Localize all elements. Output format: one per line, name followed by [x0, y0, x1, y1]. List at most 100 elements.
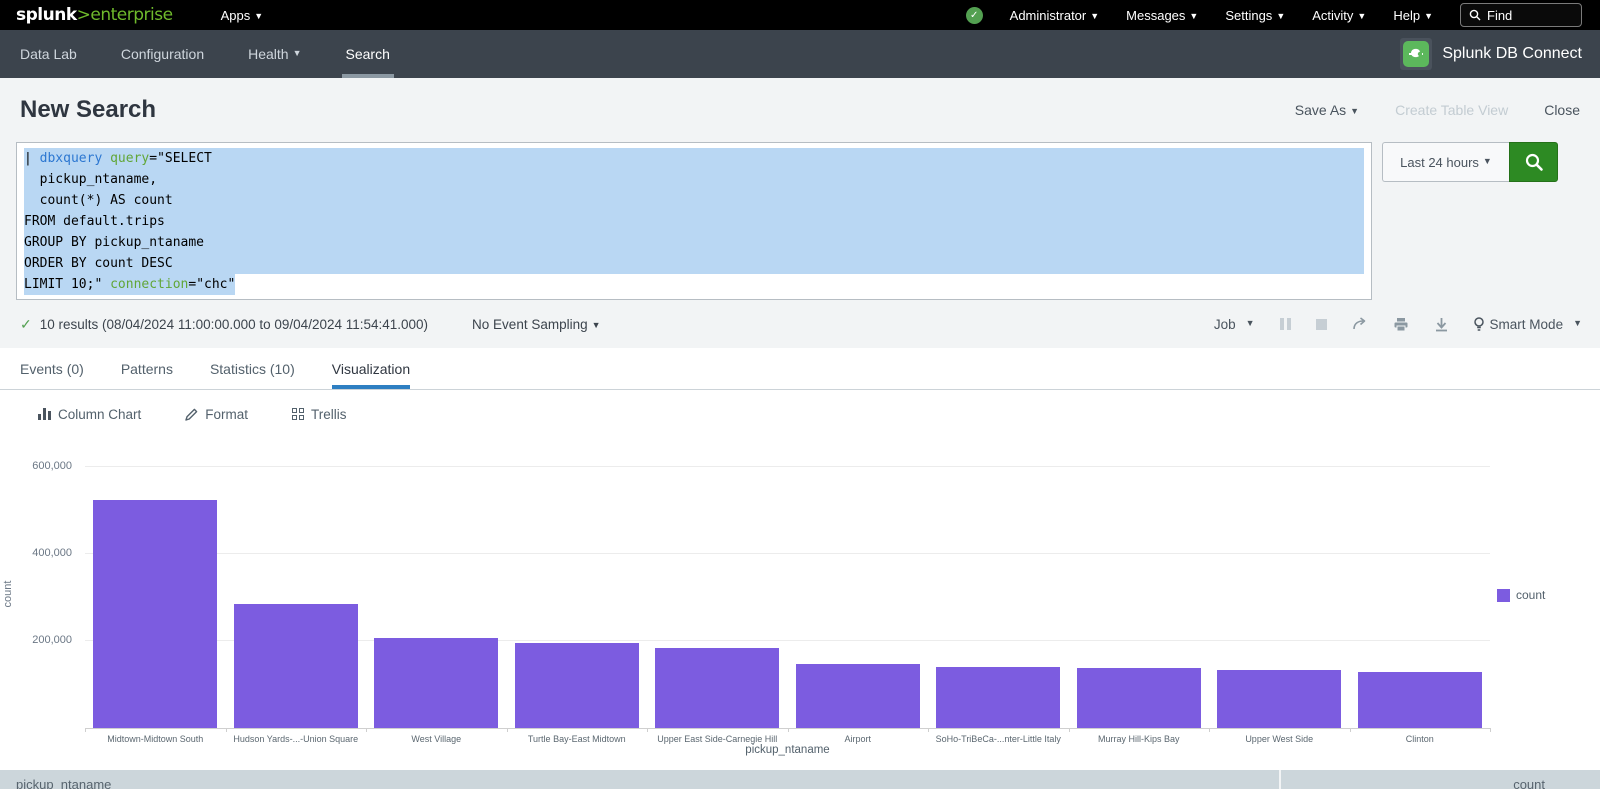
chevron-down-icon: ▼: [592, 320, 601, 330]
search-icon: [1469, 9, 1481, 21]
find-search-box[interactable]: [1460, 3, 1582, 27]
x-tick-mark: [1350, 728, 1351, 732]
x-tick-label: Murray Hill-Kips Bay: [1069, 734, 1210, 744]
apps-menu[interactable]: Apps▼: [221, 8, 264, 23]
top-bar: splunk>enterprise Apps▼ ✓ Administrator▼…: [0, 0, 1600, 30]
nav-item-health[interactable]: Health▼: [248, 30, 301, 78]
query-line-1: | dbxquery query="SELECT: [24, 148, 1364, 169]
y-tick-200,000: 200,000: [0, 634, 72, 646]
column-header-pickup-ntaname[interactable]: pickup_ntaname: [0, 770, 1279, 789]
settings-menu[interactable]: Settings▼: [1225, 8, 1285, 23]
tab-statistics[interactable]: Statistics (10): [210, 348, 295, 389]
chevron-down-icon: ▼: [1189, 11, 1198, 21]
x-tick-mark: [1209, 728, 1210, 732]
nav-item-search[interactable]: Search: [346, 30, 390, 78]
search-query-input[interactable]: | dbxquery query="SELECT pickup_ntaname,…: [16, 142, 1372, 300]
chevron-down-icon: ▼: [1246, 318, 1255, 328]
column-header-count[interactable]: count: [1281, 770, 1600, 789]
legend-item-count[interactable]: count: [1497, 588, 1545, 602]
bar-Turtle Bay-East Midtown[interactable]: [515, 643, 639, 728]
bar-Upper West Side[interactable]: [1217, 670, 1341, 728]
bar-SoHo-TriBeCa-...nter-Little Italy[interactable]: [936, 667, 1060, 728]
close-button[interactable]: Close: [1544, 102, 1580, 118]
print-button[interactable]: [1393, 317, 1409, 332]
format-button[interactable]: Format: [185, 407, 248, 422]
y-tick-600,000: 600,000: [0, 460, 72, 472]
query-line-4: FROM default.trips: [24, 211, 1364, 232]
x-tick-label: Airport: [788, 734, 929, 744]
activity-menu[interactable]: Activity▼: [1312, 8, 1366, 23]
trellis-button[interactable]: Trellis: [292, 407, 347, 422]
x-tick-mark: [647, 728, 648, 732]
splunk-logo[interactable]: splunk>enterprise: [16, 5, 173, 25]
bar-West Village[interactable]: [374, 638, 498, 728]
x-tick-label: SoHo-TriBeCa-...nter-Little Italy: [928, 734, 1069, 744]
trellis-grid-icon: [292, 408, 304, 420]
health-status-icon[interactable]: ✓: [966, 7, 983, 24]
x-tick-mark: [366, 728, 367, 732]
chevron-down-icon: ▼: [1573, 318, 1582, 328]
x-tick-mark: [788, 728, 789, 732]
chevron-down-icon: ▼: [1090, 11, 1099, 21]
bar-Murray Hill-Kips Bay[interactable]: [1077, 668, 1201, 728]
chevron-down-icon: ▼: [254, 11, 263, 21]
lightbulb-icon: [1474, 317, 1484, 332]
export-button[interactable]: [1434, 317, 1449, 332]
search-icon: [1524, 152, 1544, 172]
db-connect-app-icon[interactable]: [1400, 38, 1432, 70]
column-chart: count 200,000400,000600,000 Midtown-Midt…: [0, 438, 1600, 770]
administrator-menu[interactable]: Administrator▼: [1010, 8, 1100, 23]
bar-Midtown-Midtown South[interactable]: [93, 500, 217, 728]
plug-icon: [1403, 41, 1429, 67]
nav-item-data-lab[interactable]: Data Lab: [20, 30, 77, 78]
help-menu[interactable]: Help▼: [1393, 8, 1433, 23]
column-chart-icon: [38, 408, 51, 420]
pause-icon: [1280, 318, 1291, 330]
print-icon: [1393, 317, 1409, 332]
logo-splunk-text: splunk: [16, 5, 77, 25]
messages-menu[interactable]: Messages▼: [1126, 8, 1198, 23]
bar-Clinton[interactable]: [1358, 672, 1482, 728]
results-summary: 10 results (08/04/2024 11:00:00.000 to 0…: [40, 317, 428, 332]
x-tick-mark: [928, 728, 929, 732]
chevron-down-icon: ▼: [1276, 11, 1285, 21]
x-tick-mark: [1490, 728, 1491, 732]
chevron-down-icon: ▼: [1350, 106, 1359, 116]
run-search-button[interactable]: [1509, 142, 1558, 182]
statistics-table-header: pickup_ntaname count: [0, 770, 1600, 789]
tab-patterns[interactable]: Patterns: [121, 348, 173, 389]
event-sampling-dropdown[interactable]: No Event Sampling▼: [472, 317, 600, 332]
x-tick-mark: [226, 728, 227, 732]
chevron-down-icon: ▼: [1424, 11, 1433, 21]
query-line-5: GROUP BY pickup_ntaname: [24, 232, 1364, 253]
share-job-button[interactable]: [1352, 317, 1368, 331]
query-line-2: pickup_ntaname,: [24, 169, 1364, 190]
bar-Hudson Yards-...-Union Square[interactable]: [234, 604, 358, 728]
legend-swatch: [1497, 589, 1510, 602]
time-range-picker[interactable]: Last 24 hours▼: [1382, 142, 1509, 182]
x-tick-mark: [85, 728, 86, 732]
query-line-3: count(*) AS count: [24, 190, 1364, 211]
bars: [85, 455, 1490, 728]
pause-job-button[interactable]: [1280, 318, 1291, 330]
x-tick-label: West Village: [366, 734, 507, 744]
x-tick-label: Turtle Bay-East Midtown: [507, 734, 648, 744]
x-tick-mark: [507, 728, 508, 732]
stop-job-button[interactable]: [1316, 319, 1327, 330]
save-as-button[interactable]: Save As▼: [1295, 102, 1359, 118]
nav-item-configuration[interactable]: Configuration: [121, 30, 204, 78]
query-line-7: LIMIT 10;" connection="chc": [24, 274, 1364, 295]
tab-visualization[interactable]: Visualization: [332, 348, 410, 389]
chart-type-picker[interactable]: Column Chart: [38, 407, 141, 422]
bar-Upper East Side-Carnegie Hill[interactable]: [655, 648, 779, 728]
visualization-toolbar: Column Chart Format Trellis: [0, 390, 1600, 438]
legend-label: count: [1516, 588, 1545, 602]
job-menu[interactable]: Job▼: [1214, 317, 1255, 332]
query-line-6: ORDER BY count DESC: [24, 253, 1364, 274]
search-mode-selector[interactable]: Smart Mode▼: [1474, 317, 1582, 332]
tab-events[interactable]: Events (0): [20, 348, 84, 389]
find-input[interactable]: [1487, 8, 1567, 23]
share-icon: [1352, 317, 1368, 331]
bar-Airport[interactable]: [796, 664, 920, 728]
export-icon: [1434, 317, 1449, 332]
